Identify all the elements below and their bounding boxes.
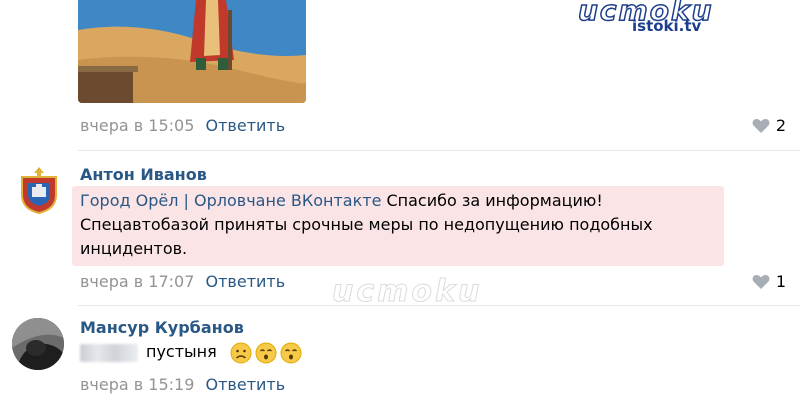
avatar[interactable]	[14, 165, 64, 215]
like-count: 1	[775, 272, 786, 291]
comment-author[interactable]: Антон Иванов	[80, 165, 207, 184]
frowning-face-emoji	[230, 342, 252, 364]
comment-footer: вчера в 17:07 Ответить	[80, 272, 285, 291]
heart-icon	[752, 274, 770, 290]
hushed-face-emoji	[280, 342, 302, 364]
comment-footer: вчера в 15:05 Ответить	[80, 116, 285, 135]
like-button[interactable]: 2	[752, 116, 786, 135]
reply-button[interactable]: Ответить	[206, 272, 286, 291]
reply-button[interactable]: Ответить	[206, 116, 286, 135]
divider	[78, 150, 800, 151]
mention-link[interactable]: Город Орёл | Орловчане ВКонтакте	[80, 191, 381, 210]
comment-author[interactable]: Мансур Курбанов	[80, 318, 244, 337]
comment-date[interactable]: вчера в 17:07	[80, 272, 194, 291]
comment-date[interactable]: вчера в 15:05	[80, 116, 194, 135]
hushed-face-emoji	[255, 342, 277, 364]
comment-body: пустыня	[146, 342, 217, 361]
like-button[interactable]: 1	[752, 272, 786, 291]
blurred-mention	[80, 344, 138, 362]
center-watermark: UCMOKU	[331, 274, 483, 310]
emoji-row	[230, 342, 302, 364]
comment-footer: вчера в 15:19 Ответить	[80, 375, 285, 394]
avatar[interactable]	[12, 318, 64, 370]
comment-photo[interactable]	[78, 0, 306, 103]
comment-date[interactable]: вчера в 15:19	[80, 375, 194, 394]
like-count: 2	[775, 116, 786, 135]
heart-icon	[752, 118, 770, 134]
site-watermark: istoki.tv	[632, 17, 702, 35]
reply-button[interactable]: Ответить	[206, 375, 286, 394]
comment-text: Город Орёл | Орловчане ВКонтакте Спасибо…	[80, 189, 720, 261]
